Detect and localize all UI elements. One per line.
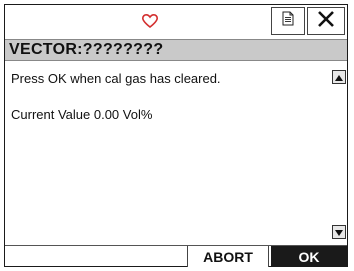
message-area: Press OK when cal gas has cleared. Curre…: [5, 61, 331, 245]
dialog-window: VECTOR:???????? Press OK when cal gas ha…: [4, 4, 348, 267]
close-icon: [317, 10, 335, 33]
triangle-up-icon: [335, 68, 343, 86]
triangle-down-icon: [335, 223, 343, 241]
title-bar: VECTOR:????????: [5, 39, 347, 61]
document-button[interactable]: [271, 7, 305, 35]
document-icon: [282, 11, 294, 31]
abort-button[interactable]: ABORT: [187, 246, 269, 267]
close-button[interactable]: [307, 7, 345, 35]
scrollbar[interactable]: [331, 61, 347, 245]
ok-button[interactable]: OK: [271, 246, 347, 267]
button-bar: ABORT OK: [5, 245, 347, 267]
message-line-2: Current Value 0.00 Vol%: [11, 107, 153, 122]
scroll-up-button[interactable]: [332, 70, 346, 84]
heart-icon: [139, 10, 161, 32]
top-bar: [5, 5, 347, 37]
message-line-1: Press OK when cal gas has cleared.: [11, 71, 221, 86]
scroll-down-button[interactable]: [332, 225, 346, 239]
dialog-title: VECTOR:????????: [9, 41, 164, 58]
